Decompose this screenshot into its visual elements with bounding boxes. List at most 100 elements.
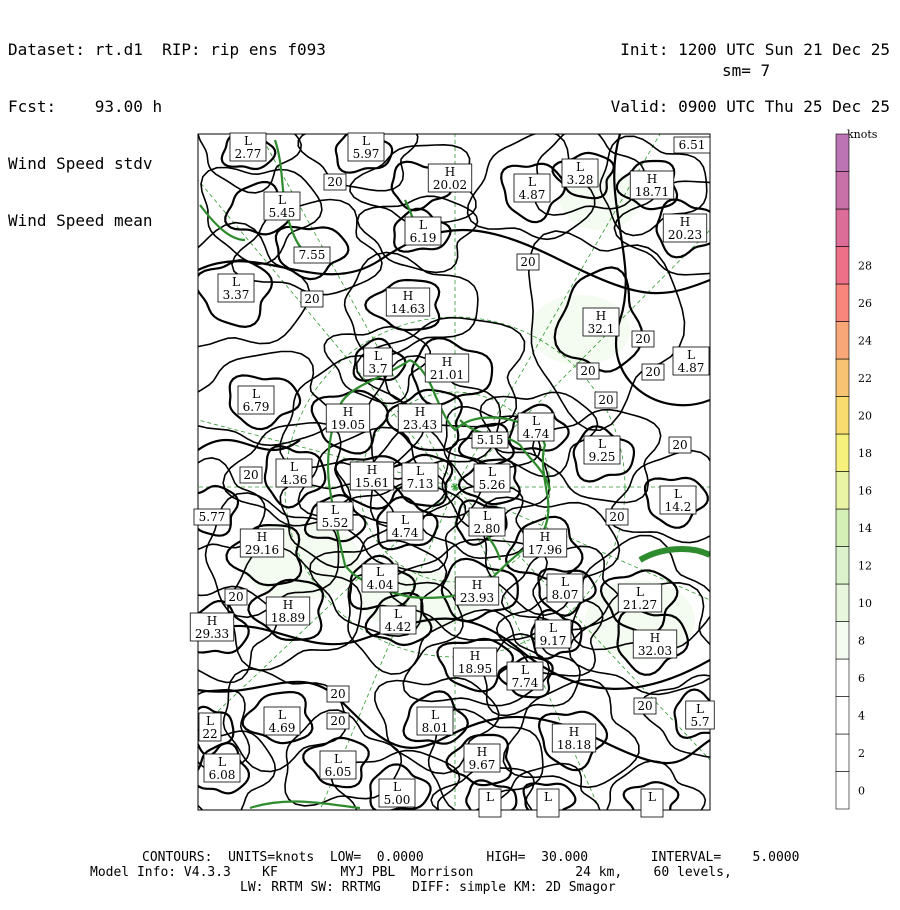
- svg-text:L: L: [331, 503, 339, 517]
- low-label: L4.87: [672, 346, 710, 376]
- low-label: L5.26: [473, 463, 511, 493]
- colorbar-swatch: [835, 208, 850, 247]
- colorbar-swatch: [835, 508, 850, 547]
- svg-text:4.87: 4.87: [678, 361, 705, 375]
- high-label: H23.93: [454, 576, 500, 606]
- svg-text:3.37: 3.37: [223, 288, 250, 302]
- high-label: H18.18: [551, 723, 597, 753]
- contour-value-label: 20: [594, 391, 618, 409]
- svg-text:14.63: 14.63: [391, 302, 425, 316]
- contour-value-label: 20: [326, 712, 350, 730]
- colorbar-swatch: [835, 171, 850, 210]
- low-label: L: [478, 788, 502, 818]
- contour-value-label: 20: [576, 362, 600, 380]
- svg-text:23.43: 23.43: [403, 418, 437, 432]
- svg-text:H: H: [472, 578, 482, 592]
- colorbar-swatch: [835, 658, 850, 697]
- high-label: H18.71: [629, 170, 675, 200]
- colorbar-tick-label: 16: [858, 484, 872, 497]
- model-info: Model Info: V4.3.3 KF MYJ PBL Morrison 2…: [90, 865, 732, 880]
- svg-text:H: H: [596, 309, 606, 323]
- svg-text:H: H: [415, 405, 425, 419]
- low-label: L7.13: [401, 462, 439, 492]
- high-label: H20.23: [662, 213, 708, 243]
- svg-text:29.16: 29.16: [245, 543, 279, 557]
- colorbar-swatch: [835, 733, 850, 772]
- svg-text:7.13: 7.13: [407, 477, 434, 491]
- svg-text:20: 20: [243, 468, 258, 482]
- svg-text:19.05: 19.05: [331, 418, 365, 432]
- svg-text:L: L: [278, 193, 286, 207]
- colorbar-tick-label: 8: [858, 634, 865, 647]
- colorbar-swatch: [835, 771, 850, 810]
- svg-text:H: H: [367, 463, 377, 477]
- map-plot-area: L2.77L5.9720H20.02 L4.87L3.28 H18.716.51L5…: [189, 132, 715, 818]
- map-figure: L2.77L5.9720H20.02 L4.87L3.28 H18.716.51L5…: [189, 128, 878, 818]
- svg-text:L: L: [278, 708, 286, 722]
- svg-text:H: H: [442, 355, 452, 369]
- colorbar-tick-label: 26: [858, 297, 872, 310]
- svg-text:4.74: 4.74: [523, 427, 550, 441]
- svg-text:H: H: [569, 725, 579, 739]
- colorbar-swatch: [835, 283, 850, 322]
- svg-text:4.42: 4.42: [385, 620, 412, 634]
- low-label: L5.45: [263, 191, 301, 221]
- svg-text:L: L: [334, 752, 342, 766]
- svg-text:7.74: 7.74: [512, 676, 539, 690]
- high-label: H29.33: [189, 612, 235, 642]
- low-label: L4.36: [275, 458, 313, 488]
- high-label: H18.95: [452, 647, 498, 677]
- svg-text:L: L: [486, 790, 494, 804]
- high-label: H21.01: [424, 353, 470, 383]
- svg-text:4.36: 4.36: [281, 473, 308, 487]
- svg-text:9.67: 9.67: [469, 758, 496, 772]
- svg-text:6.79: 6.79: [243, 400, 270, 414]
- svg-text:L: L: [394, 607, 402, 621]
- low-label: L3.7: [363, 347, 393, 377]
- contour-value-label: 20: [323, 173, 347, 191]
- svg-text:14.2: 14.2: [665, 500, 692, 514]
- svg-text:6.08: 6.08: [209, 768, 236, 782]
- svg-text:9.25: 9.25: [589, 450, 616, 464]
- svg-text:6.05: 6.05: [325, 765, 352, 779]
- svg-text:20.02: 20.02: [433, 178, 467, 192]
- low-label: L6.19: [404, 216, 442, 246]
- svg-text:L: L: [696, 702, 704, 716]
- svg-text:H: H: [403, 289, 413, 303]
- physics-info: LW: RRTM SW: RRTMG DIFF: simple KM: 2D S…: [240, 880, 616, 895]
- colorbar-tick-label: 0: [858, 784, 865, 797]
- low-label: L9.17: [534, 619, 572, 649]
- contour-info: CONTOURS: UNITS=knots LOW= 0.0000 HIGH= …: [142, 850, 800, 865]
- svg-text:L: L: [598, 437, 606, 451]
- low-label: L6.05: [319, 750, 357, 780]
- low-label: L5.52: [316, 501, 354, 531]
- svg-text:L: L: [674, 487, 682, 501]
- colorbar-swatch: [835, 358, 850, 397]
- svg-text:L: L: [488, 465, 496, 479]
- colorbar-swatch: [835, 621, 850, 660]
- colorbar-tick-label: 20: [858, 409, 872, 422]
- svg-text:H: H: [647, 172, 657, 186]
- svg-text:8.01: 8.01: [422, 721, 449, 735]
- svg-text:21.27: 21.27: [623, 598, 657, 612]
- svg-text:L: L: [483, 509, 491, 523]
- svg-text:L: L: [362, 134, 370, 148]
- svg-text:H: H: [650, 631, 660, 645]
- contour-value-label: 5.15: [471, 431, 509, 449]
- colorbar-swatch: [835, 583, 850, 622]
- svg-text:H: H: [445, 165, 455, 179]
- svg-text:L: L: [561, 575, 569, 589]
- colorbar-swatch: [835, 471, 850, 510]
- low-label: L4.69: [263, 706, 301, 736]
- svg-text:20: 20: [672, 438, 687, 452]
- svg-text:5.00: 5.00: [384, 793, 411, 807]
- svg-text:5.26: 5.26: [479, 478, 506, 492]
- svg-text:17.96: 17.96: [528, 543, 562, 557]
- contour-value-label: 20: [326, 685, 350, 703]
- colorbar-swatch: [835, 246, 850, 285]
- svg-text:20: 20: [330, 714, 345, 728]
- colorbar-swatch: [835, 546, 850, 585]
- high-label: H32.1: [582, 307, 620, 337]
- svg-text:15.61: 15.61: [355, 476, 389, 490]
- high-label: H17.96: [522, 528, 568, 558]
